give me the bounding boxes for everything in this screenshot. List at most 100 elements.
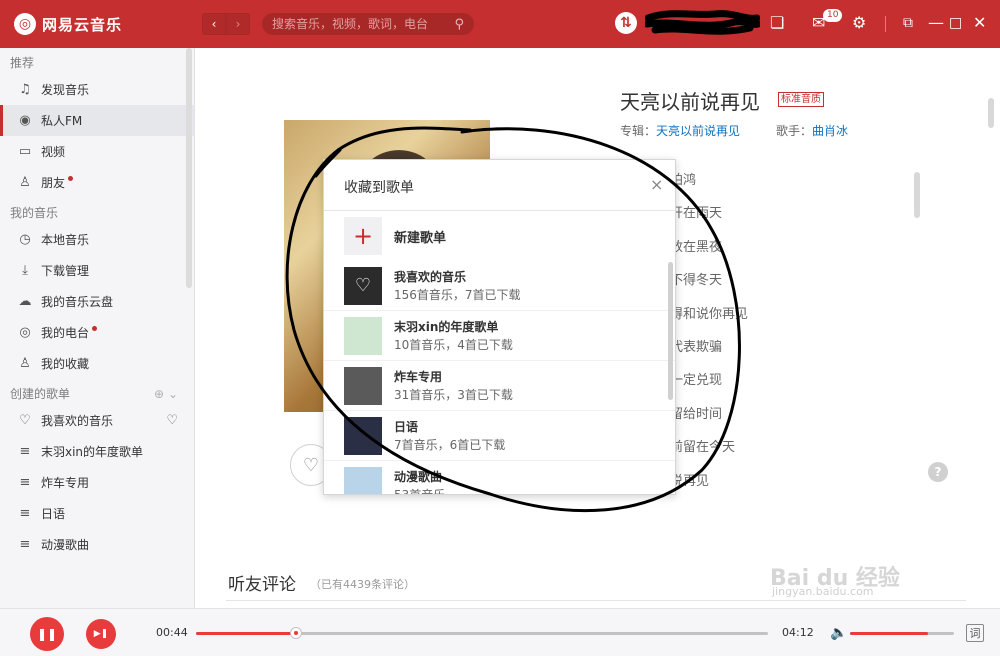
add-playlist-icon[interactable]: ⊕ xyxy=(154,387,164,401)
dialog-title: 收藏到歌单 xyxy=(344,180,414,196)
song-title: 天亮以前说再见 xyxy=(620,90,760,114)
playlist-item[interactable]: ♡ 我喜欢的音乐 156首音乐，7首已下载 xyxy=(324,261,675,311)
sidebar-item[interactable]: ☁ 我的音乐云盘 xyxy=(0,286,194,317)
progress-bar[interactable] xyxy=(196,627,768,639)
playlist-item[interactable]: 动漫歌曲 53首音乐 xyxy=(324,461,675,495)
next-track-button[interactable]: ▶❚ xyxy=(86,619,116,649)
sidebar-item-label: 我的电台 xyxy=(41,326,90,340)
sidebar-item-label: 末羽xin的年度歌单 xyxy=(41,445,144,459)
minimize-icon[interactable]: — xyxy=(928,14,944,32)
sidebar-item-label: 我的收藏 xyxy=(41,357,90,371)
help-icon[interactable]: ? xyxy=(928,462,948,482)
local-music-icon: ◷ xyxy=(19,232,31,247)
lyric-line: 开在雨天 xyxy=(670,206,723,222)
playlist-info: 7首音乐，6首已下载 xyxy=(394,437,506,452)
playlist-cover xyxy=(344,466,382,494)
playlist-name: 动漫歌曲 xyxy=(394,469,443,484)
sidebar-item[interactable]: ≡ 炸车专用 xyxy=(0,467,194,498)
search-box[interactable]: ⚲ xyxy=(262,13,474,35)
sidebar-item-label: 我的音乐云盘 xyxy=(41,295,114,309)
sidebar-item[interactable]: ♡ 我喜欢的音乐 ♡ xyxy=(0,405,194,436)
sidebar-item-label: 下载管理 xyxy=(41,264,90,278)
redacted-username[interactable] xyxy=(645,10,760,36)
comments-count: （已有4439条评论） xyxy=(310,578,415,591)
heart-icon: ♡ xyxy=(19,413,31,428)
current-time: 00:44 xyxy=(156,626,188,639)
sync-icon[interactable]: ⇅ xyxy=(615,12,637,34)
progress-handle[interactable] xyxy=(290,627,303,639)
sidebar-item[interactable]: ♫ 发现音乐 xyxy=(0,74,194,105)
collapse-chevron-icon[interactable]: ⌄ xyxy=(168,387,178,401)
comments-divider xyxy=(226,600,966,601)
playlist-info: 156首音乐，7首已下载 xyxy=(394,287,521,302)
pause-button[interactable]: ❚❚ xyxy=(30,617,64,651)
sidebar-item[interactable]: ≡ 末羽xin的年度歌单 xyxy=(0,436,194,467)
settings-gear-icon[interactable]: ⚙ xyxy=(852,14,866,32)
sidebar-item-label: 本地音乐 xyxy=(41,233,90,247)
progress-fill xyxy=(196,632,297,635)
sidebar: 推荐 ♫ 发现音乐 ◉ 私人FM ▭ 视频 ♙ 朋友 我的音乐 ◷ 本地音乐 ⤓ 下载管理 ☁ 我的音乐… xyxy=(0,48,195,608)
sidebar-item-label: 私人FM xyxy=(41,114,83,128)
created-playlists-controls: ⊕ ⌄ xyxy=(154,383,178,405)
forward-button[interactable]: › xyxy=(226,13,250,35)
app-logo[interactable]: ◎ 网易云音乐 xyxy=(14,13,184,35)
volume-slider[interactable] xyxy=(850,632,954,635)
history-nav: ‹ › xyxy=(202,13,250,35)
sidebar-item-label: 动漫歌曲 xyxy=(41,538,90,552)
sidebar-item[interactable]: ◉ 私人FM xyxy=(0,105,194,136)
close-icon[interactable]: × xyxy=(650,175,663,194)
main-scrollbar[interactable] xyxy=(988,98,994,128)
playlist-info: 10首音乐，4首已下载 xyxy=(394,337,513,352)
back-button[interactable]: ‹ xyxy=(202,13,226,35)
maximize-icon[interactable]: □ xyxy=(949,14,962,32)
lyric-line: 说再见 xyxy=(670,473,710,489)
sidebar-item[interactable]: ◷ 本地音乐 xyxy=(0,224,194,255)
artist-label: 歌手： xyxy=(776,124,813,138)
lyric-line: 一定兑现 xyxy=(670,373,723,389)
cloud-icon: ☁ xyxy=(18,294,32,309)
video-icon: ▭ xyxy=(18,144,32,159)
sidebar-item[interactable]: ♙ 我的收藏 xyxy=(0,348,194,379)
lyric-line: 留给时间 xyxy=(670,406,723,422)
lyrics-panel: 拍鸿 开在雨天 放在黑夜 不得冬天 得和说你再见 代表欺骗 一定兑现 留给时间 前留在今天 说再见 xyxy=(670,164,748,498)
lyrics-toggle-button[interactable]: 词 xyxy=(966,624,984,642)
volume-icon[interactable]: 🔈 xyxy=(830,625,847,641)
lyrics-scrollbar[interactable] xyxy=(914,172,920,218)
sidebar-item[interactable]: ▭ 视频 xyxy=(0,136,194,167)
playlist-cover: ♡ xyxy=(344,266,382,305)
album-meta: 专辑：天亮以前说再见 xyxy=(620,122,740,139)
search-icon[interactable]: ⚲ xyxy=(454,17,464,32)
playlist-item[interactable]: 炸车专用 31首音乐，3首已下载 xyxy=(324,361,675,411)
skin-icon[interactable]: ❏ xyxy=(770,14,784,32)
album-label: 专辑： xyxy=(620,124,657,138)
sidebar-item[interactable]: ◎ 我的电台 xyxy=(0,317,194,348)
lyric-line: 得和说你再见 xyxy=(670,306,749,322)
playlist-name: 炸车专用 xyxy=(394,369,443,384)
dialog-scrollbar[interactable] xyxy=(668,262,673,400)
album-link[interactable]: 天亮以前说再见 xyxy=(656,124,740,138)
mini-mode-icon[interactable]: ⧉ xyxy=(903,14,913,32)
collection-icon: ♙ xyxy=(19,356,31,371)
notification-dot xyxy=(68,176,74,181)
new-playlist-label: 新建歌单 xyxy=(394,230,447,246)
playlist-text: 我喜欢的音乐 156首音乐，7首已下载 xyxy=(394,268,521,304)
new-playlist-button[interactable]: + 新建歌单 xyxy=(344,217,446,255)
sidebar-item[interactable]: ⤓ 下载管理 xyxy=(0,255,194,286)
playlist-item[interactable]: 末羽xin的年度歌单 10首音乐，4首已下载 xyxy=(324,311,675,361)
sidebar-item-label: 炸车专用 xyxy=(41,476,90,490)
sidebar-item[interactable]: ≡ 动漫歌曲 xyxy=(0,529,194,560)
sidebar-scrollbar[interactable] xyxy=(186,48,192,288)
close-window-icon[interactable]: ✕ xyxy=(973,14,986,32)
sidebar-item[interactable]: ≡ 日语 xyxy=(0,498,194,529)
sidebar-item-label: 我喜欢的音乐 xyxy=(41,414,114,428)
artist-link[interactable]: 曲肖冰 xyxy=(812,124,848,138)
search-input[interactable] xyxy=(272,17,442,31)
collect-to-playlist-dialog: 收藏到歌单 × + 新建歌单 ♡ 我喜欢的音乐 156首音乐，7首已下载末羽xin的… xyxy=(323,159,676,495)
artist-meta: 歌手：曲肖冰 xyxy=(776,122,848,139)
playlist-icon: ≡ xyxy=(19,444,31,459)
sidebar-item[interactable]: ♙ 朋友 xyxy=(0,167,194,198)
playlist-item[interactable]: 日语 7首音乐，6首已下载 xyxy=(324,411,675,461)
playlist-text: 动漫歌曲 53首音乐 xyxy=(394,468,445,495)
heartbeat-mode-icon[interactable]: ♡ xyxy=(166,413,178,428)
quality-badge[interactable]: 标准音质 xyxy=(778,92,824,107)
